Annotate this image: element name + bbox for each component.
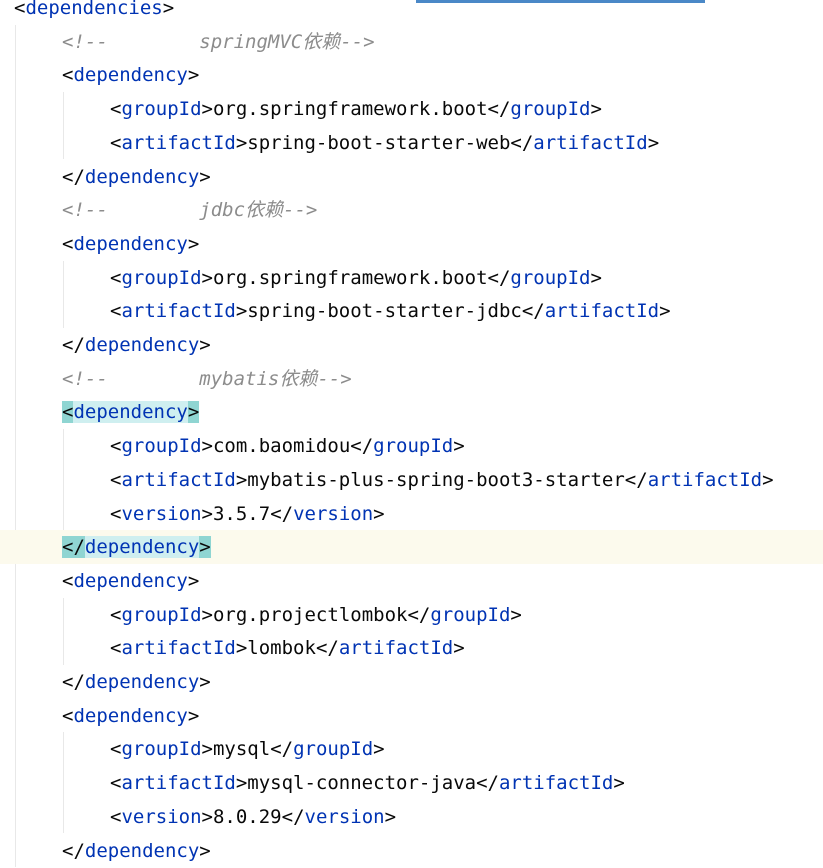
tag-name: artifactId bbox=[121, 772, 236, 795]
code-line: <version>3.5.7</version> bbox=[110, 502, 385, 525]
code-line: <groupId>org.springframework.boot</group… bbox=[110, 266, 602, 289]
code-line: <artifactId>mysql-connector-java</artifa… bbox=[110, 772, 625, 795]
element-value: org.projectlombok bbox=[212, 603, 408, 626]
code-line: </dependency> bbox=[0, 530, 823, 565]
tag-name: dependency bbox=[73, 64, 188, 87]
element-value: com.baomidou bbox=[212, 435, 351, 458]
tag-name: artifactId bbox=[121, 300, 236, 323]
code-line: <artifactId>lombok</artifactId> bbox=[110, 637, 465, 660]
tag-name: groupId bbox=[510, 266, 591, 289]
element-value: 8.0.29 bbox=[212, 805, 282, 828]
code-line: </dependency> bbox=[0, 834, 823, 868]
element-value: lombok bbox=[247, 637, 316, 660]
xml-open-tag: <dependency> bbox=[62, 569, 200, 592]
tag-name: artifactId bbox=[121, 131, 236, 154]
tag-name: version bbox=[121, 805, 202, 828]
xml-close-tag: </dependency> bbox=[62, 334, 211, 356]
tag-name: dependency bbox=[84, 165, 200, 188]
element-value: org.springframework.boot bbox=[212, 98, 488, 121]
tag-name: artifactId bbox=[498, 772, 614, 795]
tag-name: artifactId bbox=[121, 637, 236, 660]
code-line: </dependency> bbox=[0, 665, 823, 699]
code-line: <groupId>org.springframework.boot</group… bbox=[110, 98, 602, 121]
xml-open-tag: <dependencies> bbox=[14, 0, 174, 19]
element-value: spring-boot-starter-jdbc bbox=[247, 300, 522, 323]
element-value: org.springframework.boot bbox=[212, 266, 488, 289]
code-line: <groupId>mysql</groupId> bbox=[110, 738, 385, 761]
code-line: </dependency> bbox=[0, 160, 823, 194]
code-line: <artifactId>spring-boot-starter-jdbc</ar… bbox=[110, 300, 671, 323]
element-value: mysql-connector-java bbox=[247, 772, 477, 795]
xml-open-tag: <dependency> bbox=[62, 232, 200, 255]
tag-name: dependency bbox=[84, 671, 200, 693]
tag-name: dependency bbox=[84, 334, 200, 356]
tag-name: artifactId bbox=[544, 300, 660, 323]
tag-name: groupId bbox=[293, 738, 374, 761]
tag-name: groupId bbox=[121, 435, 202, 458]
xml-open-tag: <dependency> bbox=[62, 401, 200, 424]
code-line: <dependency> bbox=[0, 699, 823, 733]
tag-name: version bbox=[293, 502, 374, 525]
code-line: <dependencies> bbox=[0, 0, 823, 25]
code-line: <artifactId>spring-boot-starter-web</art… bbox=[110, 131, 660, 154]
xml-close-tag: </dependency> bbox=[62, 839, 211, 862]
element-value: mysql bbox=[212, 738, 271, 761]
tag-name: groupId bbox=[430, 603, 511, 626]
code-line: <groupId>com.baomidou</groupId> bbox=[110, 435, 465, 458]
tag-name: groupId bbox=[121, 738, 202, 761]
tag-name: dependency bbox=[73, 704, 188, 727]
tag-name: version bbox=[304, 805, 385, 828]
tag-name: groupId bbox=[373, 435, 454, 458]
tag-name: groupId bbox=[121, 98, 202, 121]
xml-comment: <!-- springMVC依赖--> bbox=[62, 30, 375, 53]
code-line: <dependency> bbox=[0, 58, 823, 92]
tag-name: artifactId bbox=[533, 131, 648, 154]
tag-name: version bbox=[121, 502, 202, 525]
code-line: <artifactId>mybatis-plus-spring-boot3-st… bbox=[110, 468, 774, 491]
tag-name: dependency bbox=[73, 232, 188, 255]
code-line: <version>8.0.29</version> bbox=[110, 805, 397, 828]
code-line: <dependency> bbox=[0, 395, 823, 429]
code-line: <!-- springMVC依赖--> bbox=[0, 25, 823, 59]
code-line: <dependency> bbox=[0, 564, 823, 598]
tag-name: dependencies bbox=[25, 0, 163, 19]
element-value: 3.5.7 bbox=[212, 502, 271, 525]
code-line: <!-- jdbc依赖--> bbox=[0, 193, 823, 227]
tag-name: dependency bbox=[73, 569, 188, 592]
xml-close-tag: </dependency> bbox=[62, 671, 211, 693]
tag-name: artifactId bbox=[338, 637, 454, 660]
xml-comment: <!-- jdbc依赖--> bbox=[62, 199, 318, 222]
tag-name: groupId bbox=[121, 266, 202, 289]
code-line: </dependency> bbox=[0, 328, 823, 362]
code-line: <dependency> bbox=[0, 227, 823, 261]
tag-name: dependency bbox=[84, 839, 200, 862]
tag-name: groupId bbox=[121, 603, 202, 626]
xml-open-tag: <dependency> bbox=[62, 64, 200, 87]
xml-close-tag: </dependency> bbox=[62, 165, 211, 188]
tag-name: groupId bbox=[510, 98, 591, 121]
tag-name: dependency bbox=[84, 536, 200, 559]
tag-name: artifactId bbox=[121, 468, 236, 491]
tag-name: dependency bbox=[73, 401, 188, 424]
code-line: <groupId>org.projectlombok</groupId> bbox=[110, 603, 522, 626]
xml-close-tag: </dependency> bbox=[62, 536, 211, 559]
xml-comment: <!-- mybatis依赖--> bbox=[62, 367, 352, 390]
element-value: spring-boot-starter-web bbox=[247, 131, 511, 154]
element-value: mybatis-plus-spring-boot3-starter bbox=[247, 468, 625, 491]
code-line: <!-- mybatis依赖--> bbox=[0, 362, 823, 396]
xml-open-tag: <dependency> bbox=[62, 704, 200, 727]
tag-name: artifactId bbox=[647, 468, 763, 491]
